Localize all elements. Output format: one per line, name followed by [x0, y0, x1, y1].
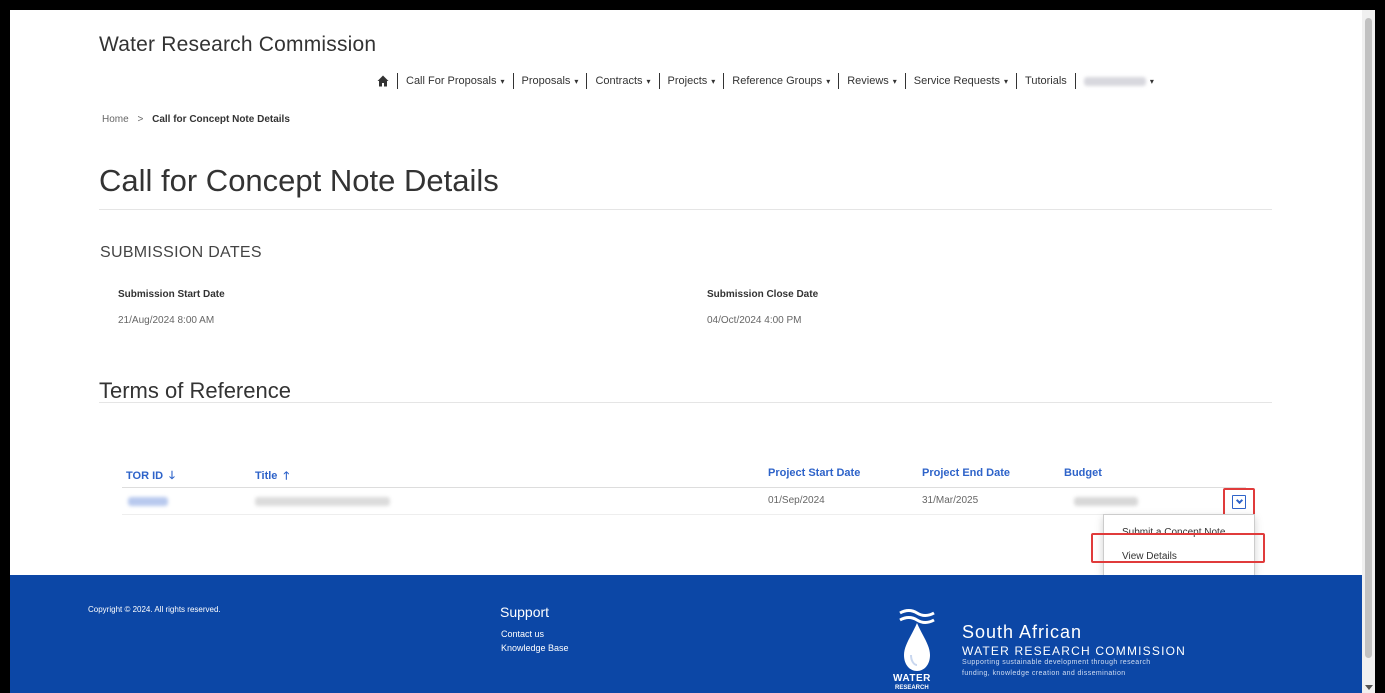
title-divider [99, 209, 1272, 210]
submission-start-value: 21/Aug/2024 8:00 AM [118, 315, 215, 326]
chevron-down-icon: ▾ [711, 76, 716, 86]
page-title: Call for Concept Note Details [99, 163, 499, 198]
nav-item-label: Tutorials [1025, 75, 1067, 87]
table-row-border [122, 514, 1246, 515]
site-footer: Copyright © 2024. All rights reserved. S… [10, 575, 1362, 693]
budget-redacted [1074, 497, 1138, 506]
scroll-down-icon[interactable] [1365, 685, 1373, 690]
tor-title-redacted [255, 497, 390, 506]
user-name-redacted [1083, 76, 1146, 86]
col-project-start[interactable]: Project Start Date [768, 467, 860, 479]
chevron-down-icon: ▾ [574, 76, 579, 86]
logo-word-2: RESEARCH [895, 685, 929, 691]
breadcrumb-current: Call for Concept Note Details [152, 114, 290, 125]
nav-item-label: Reference Groups [732, 75, 823, 87]
nav-projects[interactable]: Projects ▾ [660, 75, 724, 87]
col-label: TOR ID [126, 470, 164, 482]
main-nav: Call For Proposals ▾ Proposals ▾ Contrac… [369, 71, 1162, 91]
submission-dates-heading: SUBMISSION DATES [100, 244, 262, 261]
logo-tagline-2: funding, knowledge creation and dissemin… [962, 670, 1126, 677]
logo-line-1: South African [962, 622, 1083, 642]
sort-up-icon: 🡑 [283, 470, 290, 482]
nav-user-menu[interactable]: ▾ [1076, 76, 1162, 86]
table-header-border [122, 487, 1246, 488]
row-project-end: 31/Mar/2025 [922, 495, 979, 506]
breadcrumb-home[interactable]: Home [102, 114, 129, 125]
browser-viewport: Water Research Commission Call For Propo… [10, 10, 1362, 693]
nav-service-requests[interactable]: Service Requests ▾ [906, 75, 1016, 87]
row-actions-dropdown-button[interactable] [1223, 488, 1255, 516]
vertical-scrollbar[interactable] [1362, 10, 1375, 693]
nav-proposals[interactable]: Proposals ▾ [514, 75, 587, 87]
logo-word: WATER [893, 673, 931, 684]
contact-us-link[interactable]: Contact us [501, 629, 544, 639]
col-title[interactable]: Title 🡑 [255, 467, 289, 486]
nav-item-label: Projects [667, 75, 708, 87]
nav-home[interactable] [369, 75, 397, 87]
chevron-down-icon: ▾ [646, 76, 651, 86]
nav-contracts[interactable]: Contracts ▾ [587, 75, 658, 87]
chevron-down-icon [1232, 495, 1246, 509]
submission-close-label: Submission Close Date [707, 289, 819, 300]
tor-id-redacted[interactable] [128, 497, 168, 506]
chevron-down-icon: ▾ [1004, 76, 1009, 86]
site-brand[interactable]: Water Research Commission [99, 33, 376, 57]
view-details-highlight [1091, 533, 1265, 563]
tor-heading: Terms of Reference [99, 378, 291, 403]
col-label: Title [255, 470, 278, 482]
submission-close-value: 04/Oct/2024 4:00 PM [707, 315, 802, 326]
nav-item-label: Proposals [521, 75, 571, 87]
scrollbar-thumb[interactable] [1365, 18, 1372, 658]
home-icon [377, 75, 389, 87]
knowledge-base-link[interactable]: Knowledge Base [501, 643, 569, 653]
chevron-down-icon: ▾ [826, 76, 831, 86]
row-project-start: 01/Sep/2024 [768, 495, 825, 506]
col-project-end[interactable]: Project End Date [922, 467, 1010, 479]
chevron-down-icon: ▾ [1149, 76, 1154, 86]
col-tor-id[interactable]: TOR ID 🡓 [126, 467, 175, 486]
logo-line-2: WATER RESEARCH COMMISSION [962, 644, 1187, 658]
nav-tutorials[interactable]: Tutorials [1017, 75, 1075, 87]
nav-item-label: Call For Proposals [406, 75, 497, 87]
tor-divider [99, 402, 1272, 403]
logo-tagline-1: Supporting sustainable development throu… [962, 659, 1151, 666]
support-heading: Support [500, 604, 550, 620]
sort-down-icon: 🡓 [169, 470, 175, 482]
nav-item-label: Service Requests [913, 75, 1001, 87]
nav-reviews[interactable]: Reviews ▾ [839, 75, 905, 87]
breadcrumb: Home > Call for Concept Note Details [102, 114, 290, 125]
nav-item-label: Reviews [847, 75, 889, 87]
submission-start-label: Submission Start Date [118, 289, 225, 300]
nav-call-for-proposals[interactable]: Call For Proposals ▾ [398, 75, 513, 87]
nav-reference-groups[interactable]: Reference Groups ▾ [724, 75, 838, 87]
nav-item-label: Contracts [595, 75, 643, 87]
breadcrumb-separator: > [137, 114, 144, 125]
chevron-down-icon: ▾ [892, 76, 897, 86]
chevron-down-icon: ▾ [500, 76, 505, 86]
col-budget[interactable]: Budget [1064, 467, 1102, 479]
copyright: Copyright © 2024. All rights reserved. [88, 605, 221, 614]
